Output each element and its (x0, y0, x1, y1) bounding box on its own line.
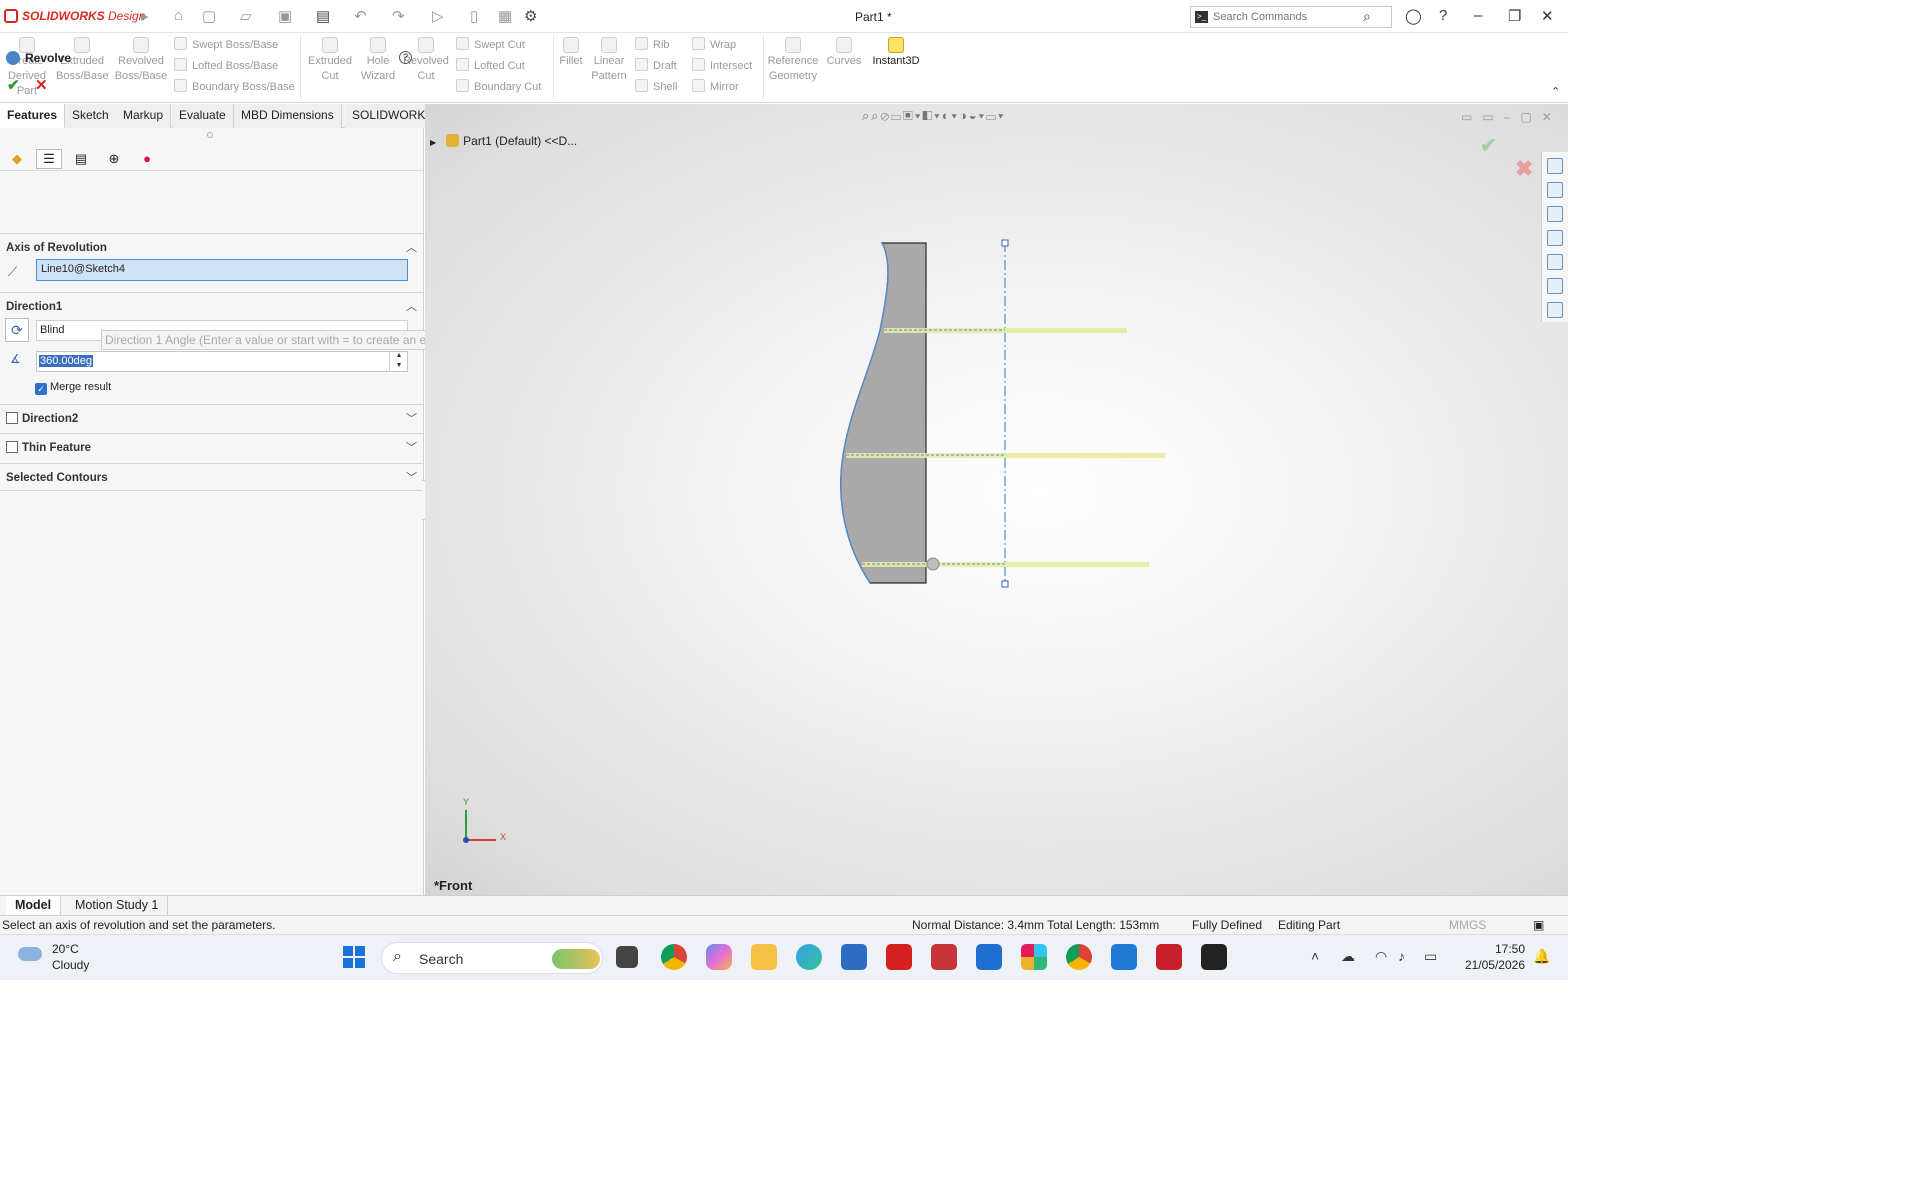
slack-icon[interactable] (1021, 944, 1047, 970)
triad-y-label: Y (463, 797, 469, 807)
clock-date: 21/05/2026 (1464, 958, 1525, 972)
search-highlight-image (552, 949, 600, 969)
task-pane (1541, 152, 1568, 322)
drag-handle-sphere[interactable] (926, 557, 940, 571)
volume-icon[interactable]: ♪ (1398, 948, 1405, 964)
file-explorer-icon[interactable] (751, 944, 777, 970)
cloud-icon (18, 947, 42, 961)
status-mode: Editing Part (1278, 918, 1341, 932)
status-rebuild-icon[interactable]: ▣ (1533, 918, 1544, 932)
clock-time: 17:50 (1494, 942, 1525, 956)
taskbar-search-label: Search (419, 951, 464, 967)
windows-start-icon[interactable] (343, 946, 365, 968)
tab-motion-study-1[interactable]: Motion Study 1 (66, 896, 169, 916)
status-hint: Select an axis of revolution and set the… (2, 918, 276, 932)
edge-icon[interactable] (796, 944, 822, 970)
temperature: 20°C (52, 942, 79, 956)
axis-endpoint-top[interactable] (1001, 239, 1009, 247)
system-clock[interactable]: 17:50 21/05/2026 (1459, 941, 1525, 973)
outlook-icon[interactable] (976, 944, 1002, 970)
tray-chevron-icon[interactable]: ˄ (1311, 948, 1319, 964)
status-bar: Select an axis of revolution and set the… (0, 915, 1568, 934)
battery-icon[interactable]: ▭ (1424, 948, 1437, 965)
guide-line-3 (862, 562, 1149, 567)
solidworks-resources-icon[interactable] (1547, 158, 1563, 174)
red-l-app-icon[interactable] (886, 944, 912, 970)
sketch-profile-graphic: X Y (463, 239, 1165, 843)
axis-endpoint-bottom[interactable] (1001, 580, 1009, 588)
search-icon: ⌕ (393, 948, 402, 965)
file-explorer-icon[interactable] (1547, 206, 1563, 222)
triad-x-label: X (500, 832, 506, 842)
status-measure: Normal Distance: 3.4mm Total Length: 153… (912, 918, 1160, 932)
status-defined: Fully Defined (1192, 918, 1263, 932)
task-view-icon[interactable] (616, 946, 638, 968)
forum-icon[interactable] (1547, 302, 1563, 318)
wifi-icon[interactable]: ◠ (1375, 948, 1387, 965)
chrome-profile-icon[interactable] (1066, 944, 1092, 970)
solidworks-taskbar-icon[interactable] (1156, 944, 1182, 970)
weather-condition: Cloudy (52, 958, 90, 972)
view-palette-icon[interactable] (1547, 230, 1563, 246)
pdf-app-icon[interactable] (931, 944, 957, 970)
design-library-icon[interactable] (1547, 182, 1563, 198)
bottom-tabs: Model Motion Study 1 (0, 895, 1568, 916)
vscode-icon[interactable] (1111, 944, 1137, 970)
triad-origin (463, 837, 469, 843)
taskbar-search[interactable]: ⌕ Search (381, 942, 603, 974)
autodesk-app-icon[interactable] (1201, 944, 1227, 970)
tab-model[interactable]: Model (6, 896, 62, 916)
custom-properties-icon[interactable] (1547, 278, 1563, 294)
notifications-icon[interactable]: 🔔 (1533, 948, 1550, 965)
view-orientation-label: *Front (434, 878, 473, 893)
copilot-icon[interactable] (706, 944, 732, 970)
windows-taskbar: 20°C Cloudy ⌕ Search ˄ ☁ ◠ ♪ ▭ 17:50 21/05/… (0, 934, 1568, 980)
appearances-icon[interactable] (1547, 254, 1563, 270)
units-selector[interactable]: MMGS (1449, 918, 1486, 932)
chrome-icon[interactable] (661, 944, 687, 970)
microsoft-store-icon[interactable] (841, 944, 867, 970)
cloud-sync-icon[interactable]: ☁ (1341, 948, 1355, 965)
